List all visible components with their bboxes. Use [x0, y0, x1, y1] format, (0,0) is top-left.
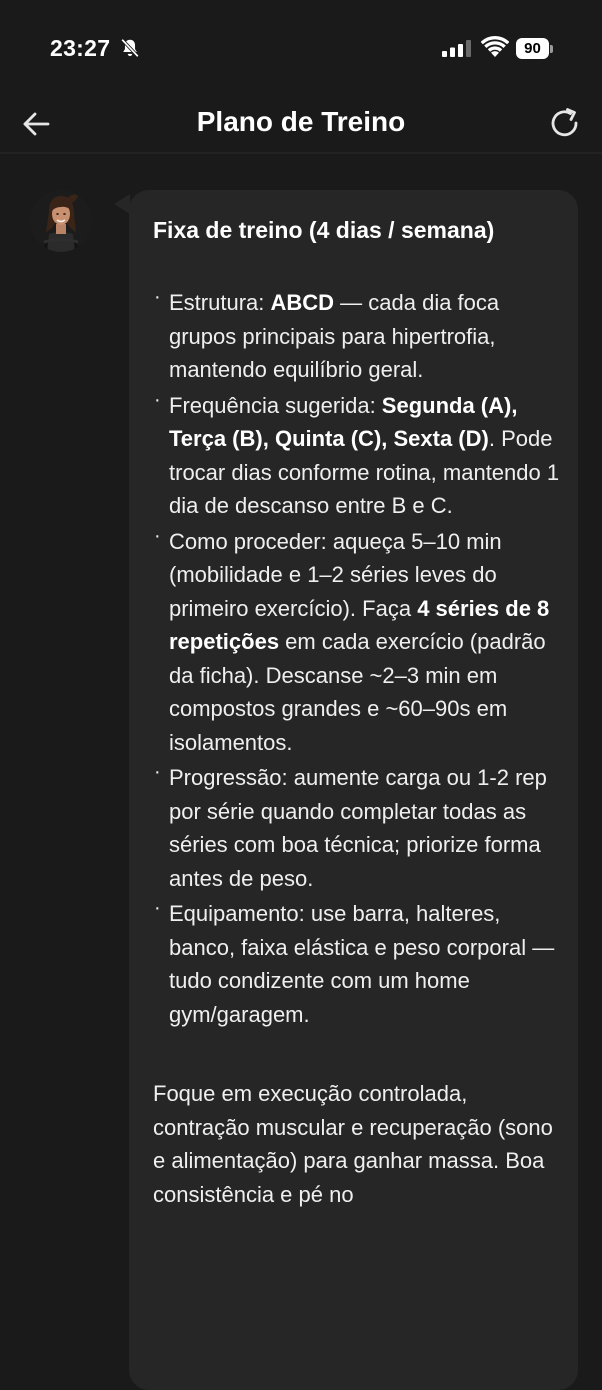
battery-level: 90: [516, 38, 549, 59]
item-text: Equipamento: use barra, halteres, banco,…: [169, 901, 555, 1027]
bullet-dot: ·: [154, 761, 161, 783]
bullet-dot: ·: [154, 286, 161, 308]
status-bar: 23:27 90: [0, 0, 602, 96]
assistant-avatar[interactable]: [30, 190, 92, 252]
message-bubble[interactable]: Fixa de treino (4 dias / semana) · Estru…: [129, 190, 578, 1390]
app-header: Plano de Treino: [0, 96, 602, 152]
message-title: Fixa de treino (4 dias / semana): [153, 217, 495, 243]
list-item: · Frequência sugerida: Segunda (A), Terç…: [153, 389, 563, 523]
status-time: 23:27: [50, 35, 111, 61]
item-text: Frequência sugerida:: [169, 392, 382, 418]
item-text: Progressão: aumente carga ou 1-2 rep por…: [169, 765, 547, 891]
list-item: · Equipamento: use barra, halteres, banc…: [153, 897, 563, 1031]
closing-paragraph: Foque em execução controlada, contração …: [153, 1081, 553, 1207]
chat-area[interactable]: Fixa de treino (4 dias / semana) · Estru…: [0, 154, 602, 1390]
signal-icon: [442, 40, 471, 57]
bubble-tail: [114, 194, 130, 214]
list-item: · Como proceder: aqueça 5–10 min (mobili…: [153, 525, 563, 760]
item-text: Estrutura:: [169, 290, 271, 315]
bullet-dot: ·: [154, 388, 161, 411]
refresh-icon[interactable]: [547, 106, 583, 142]
avatar-portrait: [30, 190, 92, 252]
list-item: · Estrutura: ABCD — cada dia foca grupos…: [153, 286, 563, 387]
wifi-icon: [481, 36, 509, 57]
message-content: Fixa de treino (4 dias / semana) · Estru…: [153, 214, 563, 1211]
bullet-dot: ·: [154, 897, 161, 919]
item-bold: ABCD: [270, 290, 335, 315]
bell-slash-icon: [121, 38, 139, 58]
bullet-list: · Estrutura: ABCD — cada dia foca grupos…: [153, 286, 563, 1031]
list-item: · Progressão: aumente carga ou 1-2 rep p…: [153, 761, 563, 895]
page-title: Plano de Treino: [196, 106, 406, 137]
bullet-dot: ·: [154, 524, 161, 547]
battery-tip: [550, 44, 553, 53]
battery-icon: 90: [516, 38, 554, 59]
